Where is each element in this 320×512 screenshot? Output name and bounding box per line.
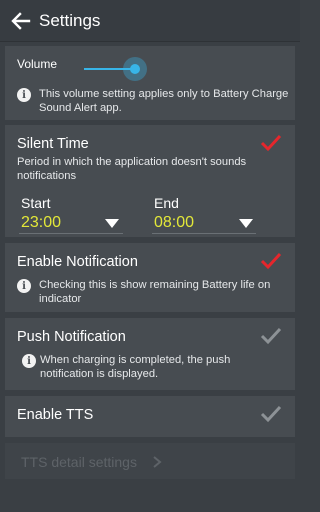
enable-notification-title: Enable Notification <box>17 254 138 270</box>
silent-time-checkbox[interactable] <box>259 133 283 153</box>
check-icon <box>260 405 282 423</box>
page-title: Settings <box>39 10 101 30</box>
info-icon: i <box>17 88 31 102</box>
end-underline <box>152 233 256 234</box>
volume-label: Volume <box>17 57 58 71</box>
enable-tts-checkbox[interactable] <box>259 404 283 424</box>
check-icon <box>260 134 282 152</box>
volume-slider[interactable] <box>84 57 147 81</box>
push-notification-info: When charging is completed, the push not… <box>40 354 231 380</box>
info-icon: i <box>22 354 36 368</box>
silent-time-card[interactable]: Silent Time Period in which the applicat… <box>5 125 295 237</box>
arrow-left-icon <box>11 11 31 30</box>
end-dropdown-icon[interactable] <box>239 219 253 228</box>
info-icon: i <box>17 279 31 293</box>
silent-time-desc: Period in which the application doesn't … <box>17 156 247 182</box>
volume-card: Volume i This volume setting applies onl… <box>5 46 295 120</box>
tts-detail-settings-item[interactable]: TTS detail settings <box>5 443 295 479</box>
check-icon <box>260 327 282 345</box>
check-icon <box>260 252 282 270</box>
push-notification-card[interactable]: Push Notification i When charging is com… <box>5 318 295 390</box>
app-bar: Settings <box>0 0 300 42</box>
chevron-right-icon <box>153 456 162 468</box>
volume-info-text: This volume setting applies only to Batt… <box>39 88 289 114</box>
enable-tts-title: Enable TTS <box>17 407 94 423</box>
enable-notification-info: Checking this is show remaining Battery … <box>39 279 271 305</box>
volume-slider-thumb[interactable] <box>130 64 140 74</box>
push-notification-checkbox[interactable] <box>259 326 283 346</box>
tts-detail-settings-label: TTS detail settings <box>21 454 137 470</box>
start-underline <box>19 233 123 234</box>
silent-time-title: Silent Time <box>17 136 89 152</box>
enable-tts-card[interactable]: Enable TTS <box>5 396 295 437</box>
start-dropdown-icon[interactable] <box>105 219 119 228</box>
enable-notification-checkbox[interactable] <box>259 251 283 271</box>
back-button[interactable] <box>8 8 34 34</box>
end-label: End <box>154 195 179 211</box>
start-label: Start <box>21 195 51 211</box>
start-time-value[interactable]: 23:00 <box>21 214 61 232</box>
end-time-value[interactable]: 08:00 <box>154 214 194 232</box>
push-notification-title: Push Notification <box>17 329 126 345</box>
enable-notification-card[interactable]: Enable Notification i Checking this is s… <box>5 243 295 312</box>
